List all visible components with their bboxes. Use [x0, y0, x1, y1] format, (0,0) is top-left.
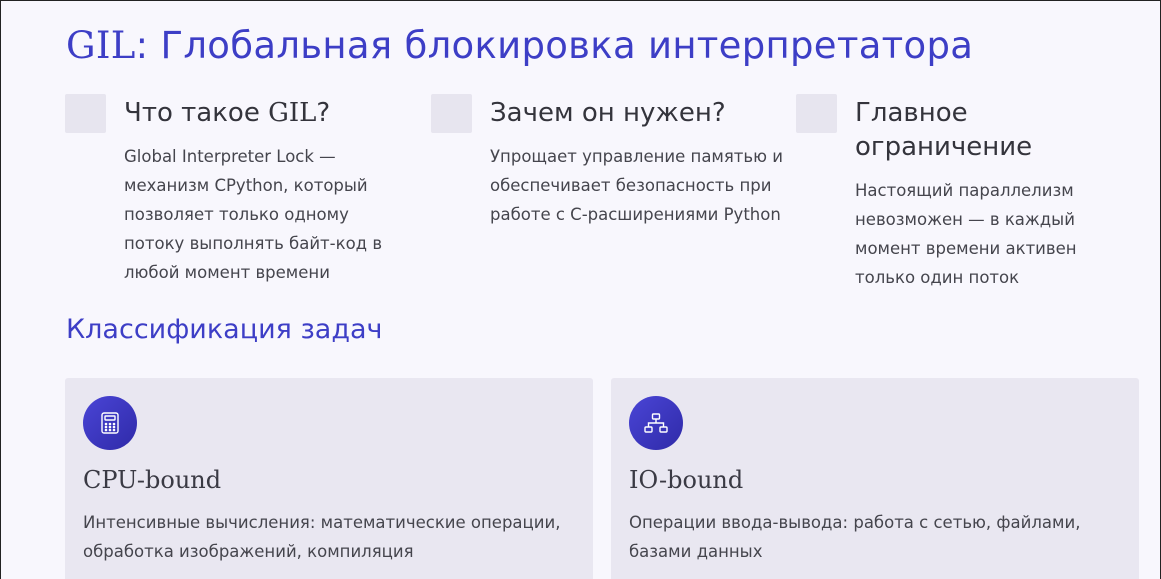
feature-title-gil: GIL [268, 98, 317, 128]
page-title-rest: : Глобальная блокировка интерпретатора [135, 24, 974, 67]
card-cpu-bound: CPU-bound Интенсивные вычисления: матема… [65, 378, 593, 579]
feature-title: Зачем он нужен? [490, 98, 726, 128]
feature-text: Настоящий параллелизм невозможен — в каж… [855, 181, 1077, 287]
card-title: CPU-bound [83, 466, 222, 494]
page-title: GIL: Глобальная блокировка интерпретатор… [66, 24, 973, 67]
page-title-gil: GIL [66, 24, 136, 67]
feature-title-prefix: Что такое [124, 98, 269, 128]
section-title: Классификация задач [66, 314, 383, 345]
feature-title-suffix: ? [316, 98, 331, 128]
calculator-icon [83, 396, 137, 450]
feature-title: Главное ограничение [855, 98, 1033, 162]
card-title: IO-bound [629, 466, 744, 494]
card-io-bound: IO-bound Операции ввода-вывода: работа с… [611, 378, 1139, 579]
feature-placeholder-icon [65, 94, 106, 133]
feature-placeholder-icon [796, 94, 837, 133]
feature-placeholder-icon [431, 94, 472, 133]
feature-text: Global Interpreter Lock — механизм CPyth… [124, 147, 383, 282]
card-text: Интенсивные вычисления: математические о… [83, 513, 561, 561]
feature-title: Что такое GIL? [124, 96, 424, 130]
network-icon [629, 396, 683, 450]
card-text: Операции ввода-вывода: работа с сетью, ф… [629, 513, 1081, 561]
feature-text: Упрощает управление памятью и обеспечива… [490, 147, 784, 224]
